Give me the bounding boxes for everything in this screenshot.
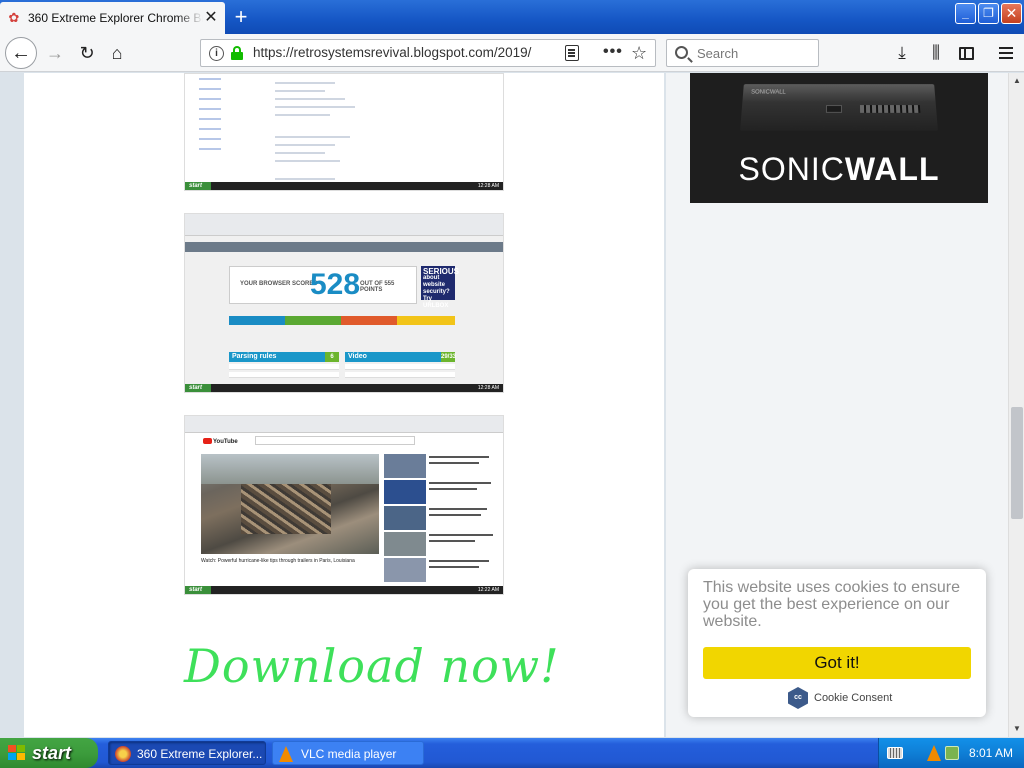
score-suffix: OUT OF 555 POINTS: [360, 281, 395, 293]
bookmark-star-icon[interactable]: ☆: [631, 40, 647, 66]
device-brand: SONICWALL: [750, 89, 786, 96]
urlbox-ad: SERIOUS about website security? Try URLB…: [421, 266, 460, 309]
search-box[interactable]: [666, 39, 819, 67]
minimize-button[interactable]: _: [955, 3, 976, 24]
taskbar-item-label: VLC media player: [301, 747, 397, 761]
shot1-time: 12:28 AM: [477, 183, 499, 189]
cookie-consent-brand[interactable]: cc Cookie Consent: [788, 687, 892, 709]
youtube-logo: YouTube: [203, 438, 238, 445]
close-window-button[interactable]: ✕: [1001, 3, 1022, 24]
lock-icon[interactable]: [231, 46, 243, 60]
shot2-start: start: [185, 384, 211, 392]
system-tray: 8:01 AM: [878, 738, 1024, 768]
shot3-time: 12:22 AM: [477, 587, 499, 593]
cookie-consent-icon: cc: [788, 687, 808, 709]
home-button[interactable]: ⌂: [102, 39, 132, 67]
network-icon[interactable]: [945, 746, 959, 760]
reader-view-icon[interactable]: [565, 45, 579, 61]
vertical-scrollbar[interactable]: ▲ ▼: [1008, 73, 1024, 737]
firewall-device-image: SONICWALL: [740, 84, 938, 131]
download-now-link[interactable]: Download now!: [184, 639, 559, 693]
vlc-tray-icon[interactable]: [927, 745, 941, 761]
ad-title: SERIOUS: [423, 267, 460, 276]
cookie-message: This website uses cookies to ensure you …: [703, 579, 961, 630]
tab-close-icon[interactable]: ✕: [203, 10, 219, 26]
new-tab-button[interactable]: +: [229, 6, 253, 30]
maximize-button[interactable]: ❐: [978, 3, 999, 24]
blog-post-body: start 12:28 AM YOUR BROWSER SCORES 528 OU…: [24, 73, 664, 737]
page-actions-icon[interactable]: •••: [603, 40, 623, 64]
score-number: 528: [310, 268, 361, 301]
taskbar-item-360-explorer[interactable]: 360 Extreme Explorer...: [108, 741, 266, 765]
hamburger-menu-icon[interactable]: [992, 39, 1020, 67]
cookie-consent-popup: This website uses cookies to ensure you …: [688, 569, 986, 717]
scroll-up-icon[interactable]: ▲: [1009, 73, 1024, 89]
search-icon: [675, 46, 688, 59]
keyboard-icon[interactable]: [887, 747, 903, 759]
score-prefix: YOUR BROWSER SCORES: [240, 281, 318, 287]
ad-cta: Try URLBOX: [423, 296, 449, 309]
downloads-icon[interactable]: ⤓: [888, 39, 916, 67]
windows-taskbar: start 360 Extreme Explorer... VLC media …: [0, 738, 1024, 768]
navigation-toolbar: ← → ↻ ⌂ i https://retrosystemsrevival.bl…: [0, 34, 1024, 72]
video-caption: Watch: Powerful hurricane-like tips thro…: [201, 558, 355, 564]
sidebar-toggle-icon[interactable]: [952, 39, 980, 67]
site-info-icon[interactable]: i: [209, 46, 224, 61]
tab-favicon-icon: ✿: [8, 10, 20, 25]
cookie-consent-label: Cookie Consent: [814, 692, 893, 704]
tab-360-extreme-explorer[interactable]: ✿ 360 Extreme Explorer Chrome Browser ✕: [0, 2, 225, 34]
video-player-thumbnail: [201, 454, 379, 554]
tab-strip: ✿ 360 Extreme Explorer Chrome Browser ✕ …: [0, 0, 1024, 34]
shot3-start: start: [185, 586, 211, 594]
forward-button[interactable]: →: [40, 39, 70, 67]
start-label: start: [32, 743, 72, 763]
shot2-time: 12:28 AM: [477, 385, 499, 391]
scroll-down-icon[interactable]: ▼: [1009, 721, 1024, 737]
taskbar-item-label: 360 Extreme Explorer...: [137, 747, 263, 761]
clock[interactable]: 8:01 AM: [969, 738, 1013, 768]
windows-flag-icon: [8, 745, 26, 761]
url-text[interactable]: https://retrosystemsrevival.blogspot.com…: [253, 40, 533, 66]
back-button[interactable]: ←: [5, 37, 37, 69]
parsing-rules-panel: Parsing rules 6: [229, 352, 339, 362]
url-bar[interactable]: i https://retrosystemsrevival.blogspot.c…: [200, 39, 656, 67]
sonicwall-logo: SONICWALL: [738, 151, 940, 187]
vlc-cone-icon: [279, 746, 293, 762]
taskbar-item-vlc[interactable]: VLC media player: [272, 741, 424, 765]
scrollbar-thumb[interactable]: [1011, 407, 1023, 519]
search-input[interactable]: [697, 44, 812, 62]
youtube-screenshot[interactable]: YouTube Watch: Powerful hurricane-like t…: [184, 415, 504, 595]
reload-button[interactable]: ↻: [72, 39, 102, 67]
browser-app-icon: [115, 746, 131, 762]
html5test-screenshot[interactable]: YOUR BROWSER SCORES 528 OUT OF 555 POINT…: [184, 213, 504, 393]
got-it-button[interactable]: Got it!: [703, 647, 971, 679]
settings-screenshot[interactable]: start 12:28 AM: [184, 73, 504, 191]
start-button[interactable]: start: [0, 738, 98, 768]
video-panel: Video 29/33: [345, 352, 456, 362]
tab-title: 360 Extreme Explorer Chrome Browser: [28, 11, 203, 25]
score-box: YOUR BROWSER SCORES 528 OUT OF 555 POINT…: [229, 266, 417, 304]
ad-text: about website security?: [423, 275, 450, 295]
shot1-start: start: [185, 182, 211, 190]
sonicwall-ad[interactable]: SONICWALL SONICWALL: [690, 73, 988, 203]
library-icon[interactable]: ⫼: [922, 39, 950, 67]
